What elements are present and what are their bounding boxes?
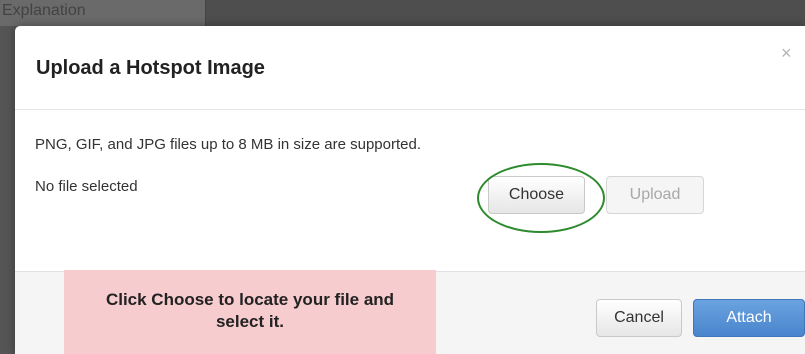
background-sidebar: Explanation	[0, 0, 206, 26]
instruction-callout-text: Click Choose to locate your file and sel…	[105, 290, 395, 331]
background-main-area	[206, 0, 805, 26]
choose-button[interactable]: Choose	[488, 176, 585, 214]
supported-formats-text: PNG, GIF, and JPG files up to 8 MB in si…	[35, 136, 422, 153]
upload-button[interactable]: Upload	[606, 176, 704, 214]
background-sidebar-label: Explanation	[2, 2, 86, 19]
file-status-text: No file selected	[35, 178, 138, 195]
dialog-header: Upload a Hotspot Image ×	[15, 26, 805, 110]
instruction-callout: Click Choose to locate your file and sel…	[64, 270, 436, 354]
cancel-button[interactable]: Cancel	[596, 299, 682, 337]
close-icon[interactable]: ×	[781, 44, 792, 62]
attach-button[interactable]: Attach	[693, 299, 805, 337]
dialog-title: Upload a Hotspot Image	[36, 57, 265, 79]
